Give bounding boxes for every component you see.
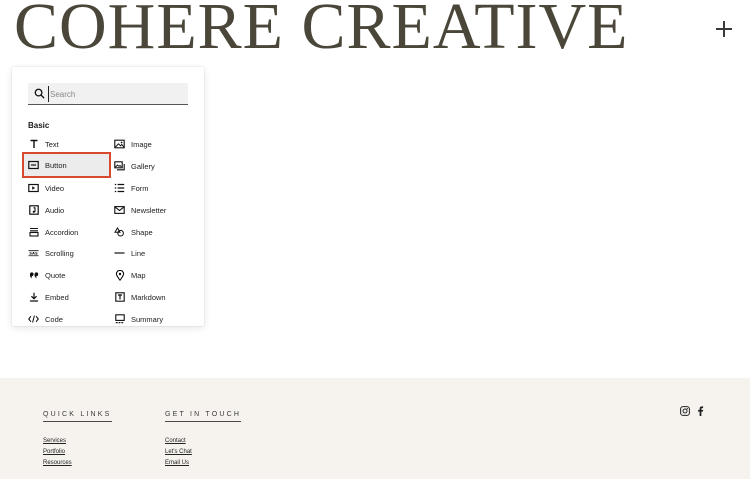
- block-gallery[interactable]: Gallery: [114, 157, 194, 175]
- block-label: Image: [131, 139, 152, 149]
- video-icon: [28, 183, 39, 194]
- block-label: Code: [45, 314, 63, 324]
- add-block-button[interactable]: [712, 17, 736, 41]
- section-label-basic: Basic: [28, 121, 50, 130]
- code-icon: [28, 314, 39, 325]
- block-text[interactable]: Text: [27, 135, 107, 153]
- block-label: Video: [45, 183, 65, 193]
- search-box[interactable]: [28, 83, 188, 105]
- footer-link-resources[interactable]: Resources: [43, 460, 72, 466]
- block-label: Summary: [131, 314, 164, 324]
- footer-heading-quick-links: QUICK LINKS: [43, 411, 112, 422]
- gallery-icon: [114, 161, 125, 172]
- block-shape[interactable]: Shape: [114, 223, 194, 241]
- footer-link-lets-chat[interactable]: Let's Chat: [165, 449, 192, 455]
- map-pin-icon: [114, 269, 125, 281]
- form-icon: [114, 183, 125, 194]
- footer-heading-get-in-touch: GET IN TOUCH: [165, 411, 242, 422]
- block-form[interactable]: Form: [114, 179, 194, 197]
- svg-text:SAS: SAS: [29, 251, 38, 256]
- facebook-icon[interactable]: [697, 406, 704, 416]
- block-newsletter[interactable]: Newsletter: [114, 201, 194, 219]
- block-quote[interactable]: Quote: [27, 266, 107, 284]
- block-label: Form: [131, 183, 149, 193]
- audio-icon: [28, 205, 39, 216]
- instagram-icon[interactable]: [680, 406, 690, 416]
- block-label: Text: [45, 139, 59, 149]
- markdown-icon: [114, 292, 125, 303]
- footer-link-email-us[interactable]: Email Us: [165, 460, 189, 466]
- site-title[interactable]: COHERE CREATIVE: [14, 0, 628, 60]
- block-label: Gallery: [131, 161, 155, 171]
- accordion-icon: [28, 227, 39, 238]
- block-label: Line: [131, 248, 146, 258]
- site-footer: QUICK LINKS Services Portfolio Resources…: [0, 378, 750, 479]
- scrolling-icon: SAS: [28, 248, 39, 259]
- block-label: Accordion: [45, 227, 79, 237]
- block-label: Markdown: [131, 292, 166, 302]
- block-label: Map: [131, 270, 146, 280]
- footer-link-contact[interactable]: Contact: [165, 438, 186, 444]
- block-label: Newsletter: [131, 205, 167, 215]
- text-icon: [28, 139, 39, 150]
- add-block-panel: Basic Text Button Video Audio Accordion …: [12, 67, 204, 326]
- embed-icon: [28, 292, 39, 303]
- block-code[interactable]: Code: [27, 310, 107, 326]
- block-embed[interactable]: Embed: [27, 288, 107, 306]
- block-markdown[interactable]: Markdown: [114, 288, 194, 306]
- block-audio[interactable]: Audio: [27, 201, 107, 219]
- block-accordion[interactable]: Accordion: [27, 223, 107, 241]
- footer-link-services[interactable]: Services: [43, 438, 66, 444]
- footer-link-portfolio[interactable]: Portfolio: [43, 449, 65, 455]
- block-video[interactable]: Video: [27, 179, 107, 197]
- image-icon: [114, 139, 125, 150]
- block-label: Audio: [45, 205, 65, 215]
- quote-icon: [28, 270, 39, 281]
- block-label: Shape: [131, 227, 153, 237]
- block-label: Scrolling: [45, 248, 74, 258]
- block-line[interactable]: Line: [114, 244, 194, 262]
- block-map[interactable]: Map: [114, 266, 194, 284]
- block-image[interactable]: Image: [114, 135, 194, 153]
- block-label: Embed: [45, 292, 69, 302]
- block-scrolling[interactable]: SAS Scrolling: [27, 244, 107, 262]
- search-input[interactable]: [48, 86, 182, 102]
- line-icon: [114, 248, 125, 259]
- block-summary[interactable]: Summary: [114, 310, 194, 326]
- button-icon: [28, 160, 39, 171]
- shape-icon: [114, 227, 125, 238]
- newsletter-icon: [114, 205, 125, 216]
- block-button[interactable]: Button: [22, 152, 111, 178]
- summary-icon: [114, 314, 125, 325]
- block-label: Button: [45, 160, 67, 170]
- search-icon: [34, 88, 45, 99]
- block-label: Quote: [45, 270, 66, 280]
